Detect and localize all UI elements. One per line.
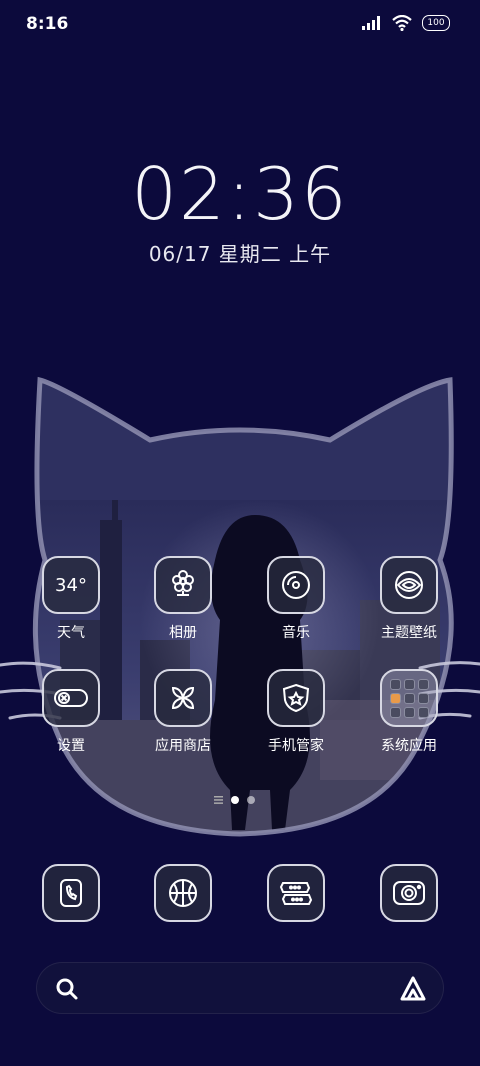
wifi-icon — [392, 15, 412, 31]
app-settings[interactable]: 设置 — [16, 669, 126, 755]
app-label: 手机管家 — [268, 738, 324, 754]
search-bar[interactable] — [36, 962, 444, 1014]
app-weather[interactable]: 34° 天气 — [16, 556, 126, 642]
app-label: 主题壁纸 — [381, 625, 437, 641]
app-label: 设置 — [57, 738, 85, 754]
shield-star-icon[interactable] — [267, 669, 325, 727]
flower-icon[interactable] — [154, 556, 212, 614]
app-security[interactable]: 手机管家 — [241, 669, 351, 755]
app-label: 天气 — [57, 625, 85, 641]
clock-date[interactable]: 06/17 星期二 上午 — [0, 238, 480, 267]
search-icon[interactable] — [55, 977, 79, 1001]
petals-icon[interactable] — [154, 669, 212, 727]
app-gallery[interactable]: 相册 — [128, 556, 238, 642]
dock-browser[interactable] — [128, 864, 238, 922]
app-music[interactable]: 音乐 — [241, 556, 351, 642]
page-dot-active[interactable] — [231, 796, 239, 804]
dock-camera[interactable] — [354, 864, 464, 922]
folder-icon[interactable] — [380, 669, 438, 727]
weather-icon[interactable]: 34° — [42, 556, 100, 614]
status-time: 8:16 — [26, 14, 69, 34]
battery-icon: 100 — [422, 15, 450, 31]
app-label: 系统应用 — [381, 738, 437, 754]
app-folder-system[interactable]: 系统应用 — [354, 669, 464, 755]
theme-icon[interactable] — [380, 556, 438, 614]
browser-icon[interactable] — [154, 864, 212, 922]
weather-temperature: 34° — [55, 574, 87, 596]
phone-icon[interactable] — [42, 864, 100, 922]
page-dot[interactable] — [247, 796, 255, 804]
status-bar: 8:16 100 — [0, 0, 480, 50]
status-icons: 100 — [362, 15, 450, 31]
app-label: 相册 — [169, 625, 197, 641]
signal-icon — [362, 16, 380, 30]
app-label: 应用商店 — [155, 738, 211, 754]
clock-time[interactable]: 02:36 — [0, 152, 480, 236]
camera-icon[interactable] — [380, 864, 438, 922]
toggle-icon[interactable] — [42, 669, 100, 727]
page-indicator[interactable] — [214, 796, 255, 804]
messages-icon[interactable] — [267, 864, 325, 922]
dock-messages[interactable] — [241, 864, 351, 922]
assistant-icon[interactable] — [399, 975, 427, 1003]
list-icon — [214, 796, 223, 804]
app-store[interactable]: 应用商店 — [128, 669, 238, 755]
app-label: 音乐 — [282, 625, 310, 641]
app-themes[interactable]: 主题壁纸 — [354, 556, 464, 642]
dock-phone[interactable] — [16, 864, 126, 922]
disc-icon[interactable] — [267, 556, 325, 614]
